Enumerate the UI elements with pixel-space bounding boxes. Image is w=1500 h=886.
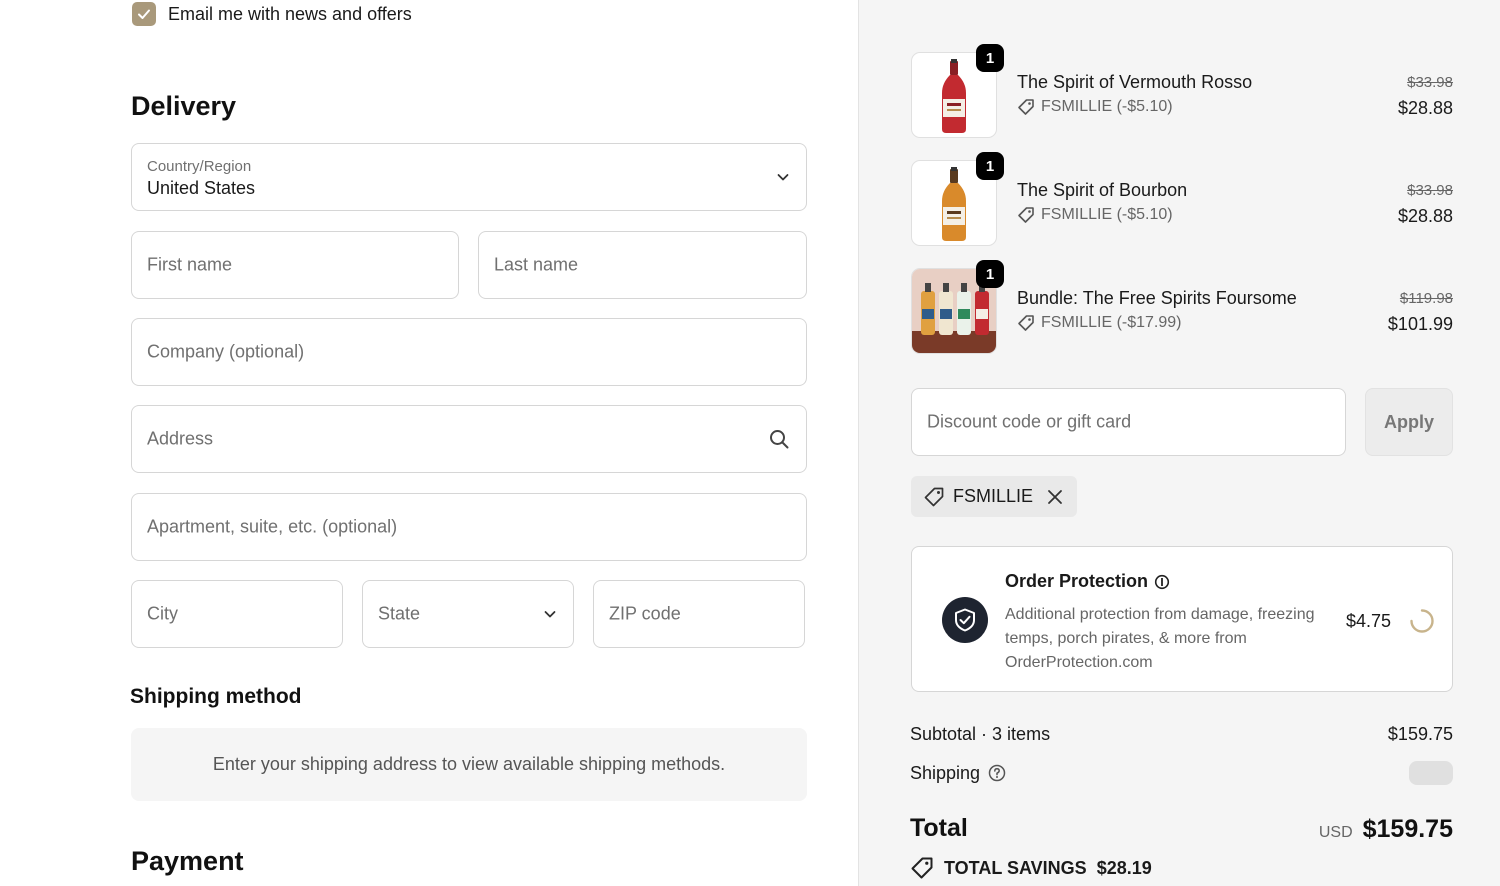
item-discount: FSMILLIE (-$5.10): [1017, 98, 1173, 116]
item-discount-text: FSMILLIE (-$5.10): [1041, 98, 1173, 115]
state-select[interactable]: State: [362, 580, 574, 648]
item-original-price: $119.98: [1399, 290, 1453, 307]
search-icon[interactable]: [768, 428, 790, 450]
first-name-field[interactable]: First name: [131, 231, 459, 299]
item-discount-text: FSMILLIE (-$5.10): [1041, 206, 1173, 223]
tag-icon: [1018, 315, 1034, 331]
country-label: Country/Region: [147, 158, 252, 175]
state-placeholder: State: [378, 603, 421, 624]
shipping-label: Shipping: [910, 762, 981, 783]
shipping-value-placeholder: [1409, 761, 1453, 785]
apartment-placeholder: Apartment, suite, etc. (optional): [147, 516, 398, 537]
order-protection-title: Order Protection: [1005, 571, 1149, 591]
subtotal-label: Subtotal · 3 items: [910, 724, 1051, 744]
cart-item: 1 The Spirit of Bourbon FSMILLIE (-$5.10…: [911, 152, 1453, 250]
item-price: $101.99: [1387, 314, 1453, 334]
item-original-price: $33.98: [1407, 74, 1453, 91]
order-protection-price: $4.75: [1346, 611, 1392, 631]
remove-discount-icon[interactable]: [1047, 489, 1063, 505]
quantity-badge: 1: [976, 260, 1004, 288]
country-select[interactable]: Country/Region United States: [131, 143, 807, 211]
zip-placeholder: ZIP code: [609, 603, 681, 624]
payment-heading: Payment: [131, 846, 244, 876]
info-icon[interactable]: [1154, 574, 1170, 590]
company-placeholder: Company (optional): [147, 341, 305, 362]
total-savings-label: TOTAL SAVINGS: [944, 857, 1087, 878]
last-name-placeholder: Last name: [494, 254, 579, 275]
subtotal-row: Subtotal · 3 items $159.75: [910, 724, 1453, 745]
applied-discount-code: FSMILLIE: [953, 486, 1034, 506]
total-savings-value: $28.19: [1096, 857, 1152, 878]
apply-discount-button[interactable]: Apply: [1365, 388, 1453, 456]
quantity-badge: 1: [976, 44, 1004, 72]
first-name-placeholder: First name: [147, 254, 233, 275]
delivery-heading: Delivery: [131, 91, 237, 121]
city-field[interactable]: City: [131, 580, 343, 648]
company-field[interactable]: Company (optional): [131, 318, 807, 386]
shipping-label-group: Shipping: [910, 763, 1006, 784]
shipping-method-text: Enter your shipping address to view avai…: [212, 754, 726, 774]
address-placeholder: Address: [147, 428, 214, 449]
news-checkbox[interactable]: [132, 2, 156, 26]
item-discount-text: FSMILLIE (-$17.99): [1041, 314, 1182, 331]
subtotal-value: $159.75: [1387, 724, 1453, 744]
total-value-group: USD $159.75: [1319, 815, 1453, 844]
discount-code-placeholder: Discount code or gift card: [927, 411, 1132, 432]
checkout-form: Email me with news and offers Delivery C…: [0, 0, 858, 886]
item-discount: FSMILLIE (-$17.99): [1017, 314, 1182, 332]
total-value: $159.75: [1362, 815, 1453, 843]
item-name: Bundle: The Free Spirits Foursome: [1017, 288, 1297, 308]
item-discount: FSMILLIE (-$5.10): [1017, 206, 1173, 224]
tag-icon: [924, 487, 944, 506]
order-protection-description: Additional protection from damage, freez…: [1005, 606, 1315, 671]
quantity-badge: 1: [976, 152, 1004, 180]
tag-icon: [1018, 99, 1034, 115]
help-icon[interactable]: [988, 764, 1006, 782]
discount-code-input[interactable]: Discount code or gift card: [911, 388, 1346, 456]
news-label: Email me with news and offers: [168, 3, 412, 24]
city-placeholder: City: [147, 603, 178, 624]
order-protection-title-row: Order Protection: [1005, 571, 1170, 592]
item-price: $28.88: [1397, 98, 1453, 118]
cart-item: 1 Bundle: The Free Spirits Foursome FSMI…: [911, 260, 1453, 358]
address-field[interactable]: Address: [131, 405, 807, 473]
shipping-method-heading: Shipping method: [130, 685, 302, 708]
zip-field[interactable]: ZIP code: [593, 580, 805, 648]
last-name-field[interactable]: Last name: [478, 231, 807, 299]
item-name: The Spirit of Vermouth Rosso: [1017, 72, 1253, 92]
total-savings: TOTAL SAVINGS $28.19: [910, 856, 1152, 880]
tag-icon: [911, 857, 933, 879]
chevron-down-icon: [543, 607, 557, 621]
cart-item: 1 The Spirit of Vermouth Rosso FSMILLIE …: [911, 44, 1453, 142]
order-summary: 1 The Spirit of Vermouth Rosso FSMILLIE …: [859, 0, 1500, 886]
country-value: United States: [147, 178, 256, 198]
apartment-field[interactable]: Apartment, suite, etc. (optional): [131, 493, 807, 561]
applied-discount-chip: FSMILLIE: [911, 476, 1078, 517]
tag-icon: [1018, 207, 1034, 223]
total-label: Total: [910, 814, 968, 842]
shipping-method-notice: Enter your shipping address to view avai…: [131, 728, 807, 801]
shipping-row: Shipping: [910, 761, 1453, 785]
item-name: The Spirit of Bourbon: [1017, 180, 1188, 200]
item-price: $28.88: [1397, 206, 1453, 226]
checkmark-icon: [138, 9, 150, 19]
order-protection-card[interactable]: Order Protection Additional protection f…: [911, 546, 1453, 692]
chevron-down-icon: [776, 170, 790, 184]
total-currency: USD: [1318, 824, 1353, 841]
loading-spinner-icon: [1409, 608, 1435, 639]
shield-check-icon: [942, 597, 988, 643]
item-original-price: $33.98: [1407, 182, 1453, 199]
news-opt-in[interactable]: Email me with news and offers: [132, 2, 412, 26]
